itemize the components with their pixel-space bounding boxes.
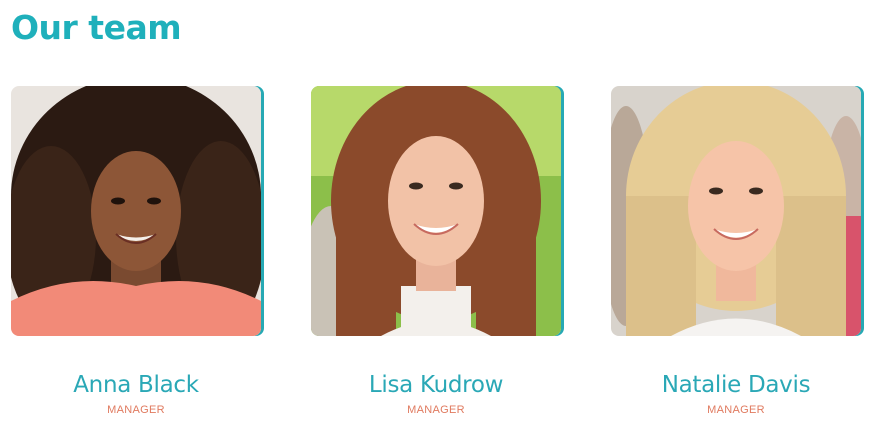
member-name: Natalie Davis xyxy=(661,372,811,398)
member-role: MANAGER xyxy=(107,404,165,416)
member-photo xyxy=(611,86,861,336)
team-member-card: Lisa Kudrow MANAGER xyxy=(311,86,561,416)
portrait-curly-hair-image xyxy=(11,86,261,336)
member-photo xyxy=(311,86,561,336)
team-member-card: Anna Black MANAGER xyxy=(11,86,261,416)
portrait-brown-hair-image xyxy=(311,86,561,336)
member-name: Anna Black xyxy=(73,372,199,398)
team-member-card: Natalie Davis MANAGER xyxy=(611,86,861,416)
portrait-blonde-hair-image xyxy=(611,86,861,336)
section-title: Our team xyxy=(11,8,182,47)
member-name: Lisa Kudrow xyxy=(368,372,504,398)
member-role: MANAGER xyxy=(707,404,765,416)
member-role: MANAGER xyxy=(407,404,465,416)
member-photo xyxy=(11,86,261,336)
